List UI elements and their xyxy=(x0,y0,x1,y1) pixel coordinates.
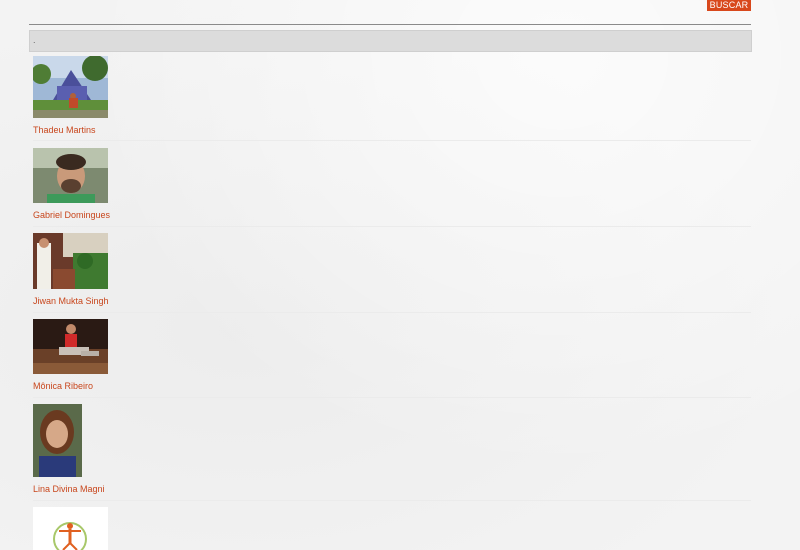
member-name-link[interactable]: Jiwan Mukta Singh xyxy=(33,296,109,306)
search-button[interactable]: BUSCAR xyxy=(707,0,751,11)
member-photo[interactable] xyxy=(33,56,108,118)
member-card: Mônica Ribeiro xyxy=(33,319,108,391)
member-name-link[interactable]: Mônica Ribeiro xyxy=(33,381,108,391)
member-photo[interactable] xyxy=(33,233,108,289)
member-name-link[interactable]: Lina Divina Magni xyxy=(33,484,105,494)
member-card: Lina Divina Magni xyxy=(33,404,105,494)
divider xyxy=(33,500,751,501)
section-header-bar: . xyxy=(29,30,752,52)
member-card: Gabriel Domingues xyxy=(33,148,110,220)
member-card xyxy=(33,507,108,550)
divider xyxy=(33,140,751,141)
member-name-link[interactable]: Gabriel Domingues xyxy=(33,210,110,220)
member-photo[interactable] xyxy=(33,507,108,550)
divider xyxy=(33,397,751,398)
member-card: Thadeu Martins xyxy=(33,56,108,135)
member-photo[interactable] xyxy=(33,404,82,477)
member-photo[interactable] xyxy=(33,148,108,203)
divider xyxy=(29,24,751,25)
divider xyxy=(33,312,751,313)
member-name-link[interactable]: Thadeu Martins xyxy=(33,125,108,135)
member-photo[interactable] xyxy=(33,319,108,374)
member-card: Jiwan Mukta Singh xyxy=(33,233,109,306)
divider xyxy=(33,226,751,227)
section-title: . xyxy=(33,35,36,45)
